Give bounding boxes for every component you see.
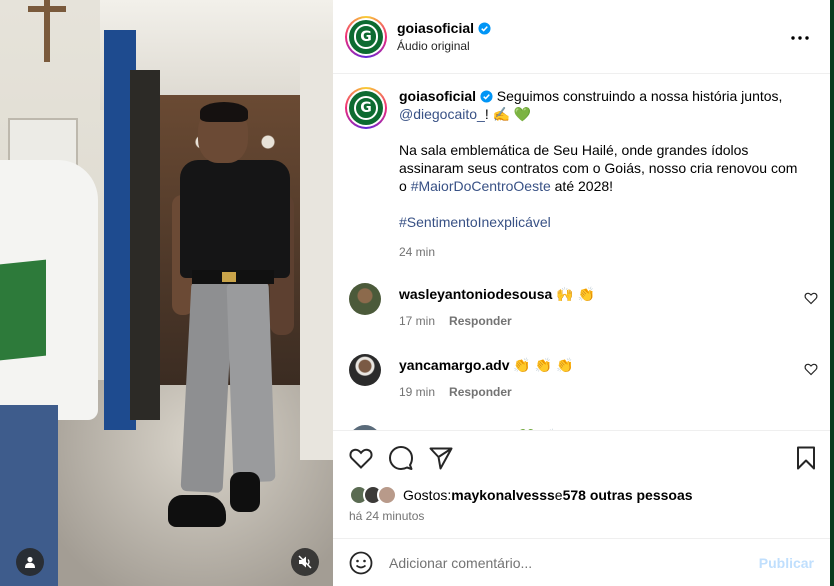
modal-backdrop-edge [830,0,834,586]
emoji-picker-icon[interactable] [349,551,373,575]
belt-buckle [222,272,236,282]
liker-avatar [377,485,397,505]
comment-time[interactable]: 19 min [399,383,435,401]
crucifix-bar [28,6,66,12]
mute-toggle-button[interactable] [291,548,319,576]
player-hair [200,102,248,122]
account-avatar[interactable]: G [345,15,387,58]
publish-comment-button[interactable]: Publicar [759,555,814,571]
post-actions: Gostos: maykonalvesss e 578 outras pesso… [333,430,830,538]
reply-button[interactable]: Responder [449,383,512,401]
comment-input[interactable] [389,554,739,571]
save-bookmark-icon[interactable] [793,445,819,471]
comment-avatar[interactable] [349,283,381,315]
player-tshirt [180,160,290,278]
media-wall-right [300,40,333,460]
comment-text: 🙌 👏 [552,286,595,302]
user-icon [25,556,35,568]
comment-bubble-icon[interactable] [388,445,414,471]
first-liker-link[interactable]: maykonalvesss [451,487,555,503]
mention-link[interactable]: @diegocaito_ [399,106,485,122]
verified-badge-icon [478,21,491,35]
door-opening [130,70,160,420]
reply-button[interactable]: Responder [449,312,512,330]
comments-scroll-area[interactable]: G goiasoficial Seguimos construindo a no… [333,75,830,430]
likes-summary: Gostos: maykonalvesss e 578 outras pesso… [349,485,693,505]
caption-avatar[interactable]: G [345,87,387,129]
likes-conjunction: e [554,487,563,503]
account-username[interactable]: goiasoficial [397,20,474,36]
comment-avatar[interactable] [349,354,381,386]
ellipsis-icon [791,36,809,40]
tagged-users-button[interactable] [16,548,44,576]
caption-username[interactable]: goiasoficial [399,88,476,104]
green-folder [0,259,46,361]
more-options-button[interactable] [788,28,812,48]
player-shoe-right [230,472,260,512]
caption-text-line1: Seguimos construindo a nossa história ju… [492,88,783,104]
player-pant-right [226,281,276,483]
comment-composer: Publicar [333,538,830,586]
like-heart-icon[interactable] [348,445,374,471]
post-details-panel: G goiasoficial Áudio original G goiasofi… [333,0,830,586]
comment-item: yancamargo.adv 👏 👏 👏 19 min Responder [333,354,830,401]
comment-username[interactable]: wasleyantoniodesousa [399,286,552,302]
likes-prefix: Gostos: [403,487,452,503]
other-likers-link[interactable]: 578 outras pessoas [563,487,693,503]
comment-item: wasleyantoniodesousa 🙌 👏 17 min Responde… [333,283,830,330]
post-caption: G goiasoficial Seguimos construindo a no… [333,75,830,261]
comment-like-heart-icon[interactable] [804,362,818,376]
caption-timestamp[interactable]: 24 min [399,243,809,261]
caption-paragraph-end: até 2028! [550,178,614,194]
speaker-muted-icon [298,555,312,569]
player-shoe-left [168,495,226,527]
post-header: G goiasoficial Áudio original [333,0,830,74]
comment-time[interactable]: 17 min [399,312,435,330]
hashtag-link-sentimento[interactable]: #SentimentoInexplicável [399,214,551,230]
comment-text: 👏 👏 👏 [509,357,574,373]
post-media-video[interactable] [0,0,333,586]
comment-username[interactable]: yancamargo.adv [399,357,510,373]
comment-like-heart-icon[interactable] [804,291,818,305]
goias-logo-icon: G [349,19,383,54]
post-timestamp[interactable]: há 24 minutos [349,509,424,523]
instagram-post-modal: G goiasoficial Áudio original G goiasofi… [0,0,834,586]
goias-logo-icon: G [349,91,383,125]
verified-badge-icon [480,90,493,103]
hashtag-link-maior[interactable]: #MaiorDoCentroOeste [411,178,551,194]
audio-link[interactable]: Áudio original [397,39,491,53]
liker-avatars[interactable] [349,485,397,505]
caption-text-after-mention: ! ✍️ 💚 [484,106,532,122]
share-paper-plane-icon[interactable] [428,445,454,471]
